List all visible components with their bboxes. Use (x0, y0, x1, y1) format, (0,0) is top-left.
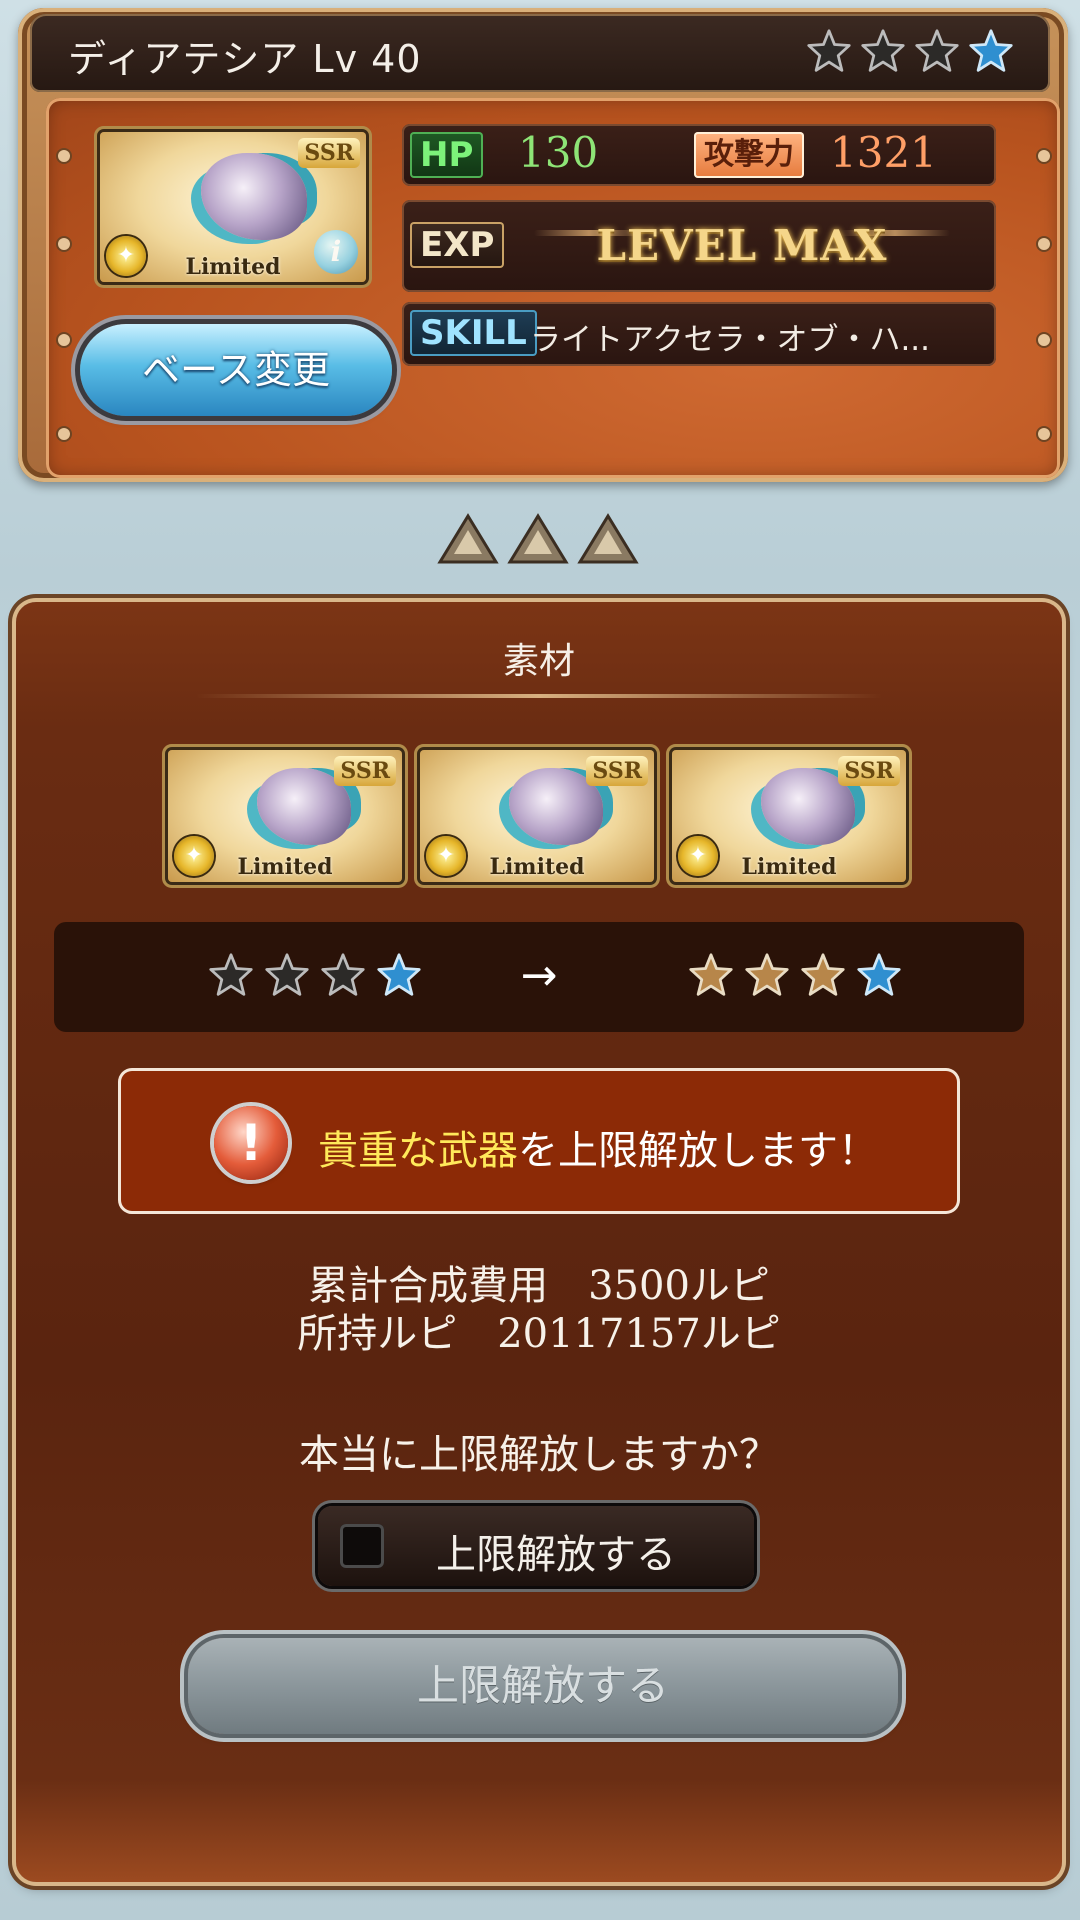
ssr-badge: SSR (334, 756, 396, 786)
gray-star-icon (861, 29, 905, 72)
hp-value: 130 (518, 128, 599, 177)
rivet (1038, 334, 1050, 346)
name-bar: ディアテシア Lv 40 (30, 14, 1050, 92)
arrow-indicator (436, 512, 640, 568)
material-list: SSR ✦ Limited SSR ✦ Limited SSR ✦ Limite… (168, 750, 906, 882)
up-arrow-icon (577, 513, 639, 564)
warning-text: 貴重な武器を上限解放します！ (318, 1118, 878, 1176)
blue-star-icon (969, 29, 1013, 72)
material-thumbnail[interactable]: SSR ✦ Limited (168, 750, 402, 882)
ssr-badge: SSR (586, 756, 648, 786)
gold-star-icon (801, 953, 845, 996)
confirm-question: 本当に上限解放しますか？ (299, 1432, 779, 1478)
confirm-checkbox[interactable]: 上限解放する (318, 1506, 754, 1586)
warning-message: を上限解放します！ (518, 1128, 878, 1174)
rivet (1038, 150, 1050, 162)
skill-name: ライトアクセラ・オブ・ハ... (530, 322, 931, 358)
gray-star-icon (807, 29, 851, 72)
skill-row: SKILL ライトアクセラ・オブ・ハ... (402, 302, 996, 366)
up-arrow-icon (507, 513, 569, 564)
warning-banner: ! 貴重な武器を上限解放します！ (118, 1068, 960, 1214)
rivet (58, 238, 70, 250)
attack-label: 攻撃力 (694, 132, 804, 178)
rivet (1038, 428, 1050, 440)
limited-label: Limited (237, 854, 333, 880)
title-divider (196, 694, 882, 698)
limited-label: Limited (741, 854, 837, 880)
hp-attack-row: HP 130 攻撃力 1321 (402, 124, 996, 186)
weapon-name-level: ディアテシア Lv 40 (68, 37, 422, 81)
material-thumbnail[interactable]: SSR ✦ Limited (420, 750, 654, 882)
warning-highlight: 貴重な武器 (318, 1128, 518, 1174)
rivet (58, 150, 70, 162)
level-max-label: LEVEL MAX (596, 221, 888, 270)
checkbox-icon[interactable] (340, 1524, 384, 1568)
gold-star-icon (745, 953, 789, 996)
blue-star-icon (857, 953, 901, 996)
info-icon[interactable]: i (314, 230, 358, 274)
weapon-thumbnail[interactable]: SSR ✦ Limited i (100, 132, 366, 282)
uncap-panel: 素材 SSR ✦ Limited SSR ✦ Limited SSR ✦ Lim… (16, 602, 1062, 1882)
result-stars (688, 952, 902, 998)
up-arrow-icon (437, 513, 499, 564)
material-thumbnail[interactable]: SSR ✦ Limited (672, 750, 906, 882)
uncap-button[interactable]: 上限解放する (188, 1638, 898, 1734)
panel-title: 素材 (502, 641, 575, 682)
gold-star-icon (689, 953, 733, 996)
exp-label: EXP (410, 222, 505, 268)
hp-label: HP (410, 132, 484, 178)
ssr-badge: SSR (298, 138, 360, 168)
owned-rupie: 所持ルピ 20117157ルピ (297, 1311, 781, 1357)
limited-label: Limited (489, 854, 585, 880)
uncap-comparison: → (54, 922, 1024, 1032)
gray-star-icon (915, 29, 959, 72)
alert-icon: ! (214, 1106, 288, 1180)
checkbox-label: 上限解放する (436, 1532, 676, 1578)
cost-summary: 累計合成費用 3500ルピ 所持ルピ 20117157ルピ (16, 1262, 1062, 1358)
exp-row: EXP LEVEL MAX (402, 200, 996, 292)
weapon-art (201, 153, 308, 240)
uncap-stars (806, 28, 1014, 74)
rivet (58, 428, 70, 440)
change-base-button[interactable]: ベース変更 (80, 324, 392, 416)
rivet (58, 334, 70, 346)
skill-label: SKILL (410, 310, 537, 356)
ssr-badge: SSR (838, 756, 900, 786)
total-cost: 累計合成費用 3500ルピ (308, 1263, 770, 1309)
attack-value: 1321 (830, 128, 937, 177)
rivet (1038, 238, 1050, 250)
